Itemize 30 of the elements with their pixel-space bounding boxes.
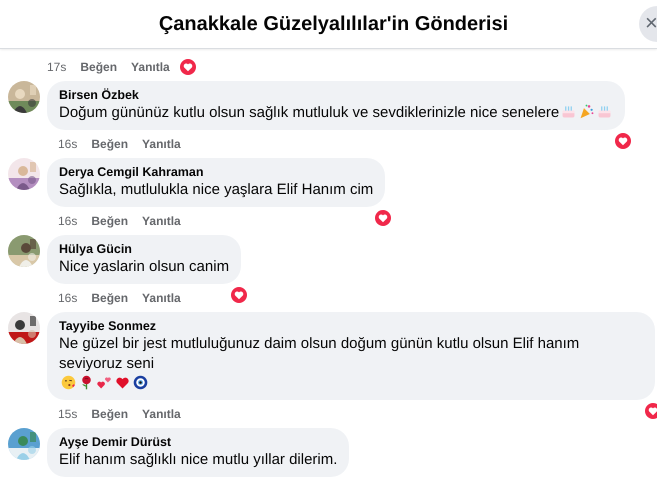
reply-link[interactable]: Yanıtla <box>142 407 181 421</box>
comment-time: 15s <box>58 407 78 421</box>
comment-time: 17s <box>47 60 66 74</box>
like-link[interactable]: Beğen <box>91 214 128 228</box>
comment-text: Ne güzel bir jest mutluluğunuz daim olsun doğum günün kutlu olsun Elif hanım seviyoruz seni <box>59 334 580 374</box>
post-title: Çanakkale Güzelyalılılar'in Gönderisi <box>158 12 508 36</box>
comment-text: Elif hanım sağlıklı nice mutlu yıllar dilerim. <box>59 450 338 470</box>
like-link[interactable]: Beğen <box>91 137 128 151</box>
comment-author[interactable]: Birsen Özbek <box>59 88 614 102</box>
comment-text: Sağlıkla, mutlulukla nice yaşlara Elif Hanım cim <box>59 180 374 200</box>
comment-time: 16s <box>58 291 78 305</box>
like-link[interactable]: Beğen <box>91 291 128 305</box>
comment-time: 16s <box>58 214 78 228</box>
close-button[interactable]: × <box>639 6 657 42</box>
comment-time: 16s <box>58 137 78 151</box>
comment-author[interactable]: Ayşe Demir Dürüst <box>59 435 338 449</box>
comment-text: Doğum gününüz kutlu olsun sağlık mutluluk ve sevdiklerinizle nice senelere <box>59 103 560 123</box>
reply-link[interactable]: Yanıtla <box>142 214 181 228</box>
comment-text: Nice yaslarin olsun canim <box>59 257 230 277</box>
comment-author[interactable]: Tayyibe Sonmez <box>59 319 643 333</box>
eye-bead-icon <box>132 374 149 391</box>
comment-author[interactable]: Hülya Gücin <box>59 242 230 256</box>
like-link[interactable]: Beğen <box>91 407 128 421</box>
party-popper-icon <box>578 103 596 120</box>
reply-link[interactable]: Yanıtla <box>142 137 181 151</box>
comment-author[interactable]: Derya Cemgil Kahraman <box>59 165 374 179</box>
reply-link[interactable]: Yanıtla <box>131 60 170 74</box>
reply-link[interactable]: Yanıtla <box>142 291 181 305</box>
kiss-face-icon <box>60 374 77 391</box>
like-link[interactable]: Beğen <box>80 60 118 74</box>
